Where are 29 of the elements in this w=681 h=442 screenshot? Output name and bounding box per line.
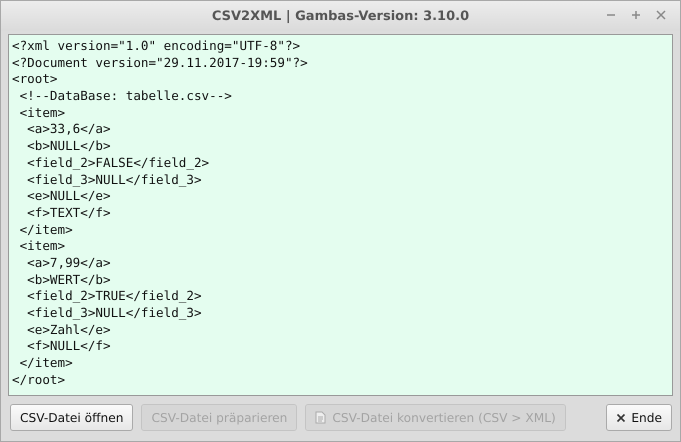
- code-line: <item>: [18, 104, 66, 122]
- window-title: CSV2XML | Gambas-Version: 3.10.0: [212, 8, 470, 24]
- code-line: <!--DataBase: tabelle.csv-->: [18, 88, 232, 105]
- code-line: <e>Zahl</e>: [26, 322, 111, 338]
- action-button[interactable]: Ende: [606, 404, 672, 431]
- code-line: <field_2>FALSE</field_2>: [26, 154, 210, 172]
- code-line: </item>: [18, 355, 73, 372]
- code-line: <e>NULL</e>: [26, 188, 111, 205]
- close-icon[interactable]: [656, 10, 666, 20]
- document-icon: [315, 410, 328, 424]
- code-line: <f>NULL</f>: [26, 338, 111, 356]
- code-line: <?xml version="1.0" encoding="UTF-8"?>: [12, 38, 300, 55]
- code-line: <item>: [18, 238, 66, 255]
- code-line: <f>TEXT</f>: [26, 204, 111, 222]
- code-line: <b>NULL</b>: [26, 138, 111, 155]
- code-line: <b>WERT</b>: [26, 272, 111, 288]
- code-line: <?Document version="29.11.2017-19:59"?>: [12, 54, 308, 72]
- code-line: <field_3>NULL</field_3>: [26, 305, 202, 322]
- code-line: </root>: [12, 372, 66, 388]
- code-line: <root>: [12, 71, 58, 88]
- code-line: <field_2>TRUE</field_2>: [26, 288, 202, 305]
- action-button[interactable]: CSV-Datei öffnen: [10, 404, 134, 431]
- close-icon: [616, 412, 626, 422]
- code-line: <a>7,99</a>: [26, 254, 111, 272]
- code-line: <a>33,6</a>: [26, 121, 111, 138]
- code-line: <field_3>NULL</field_3>: [26, 172, 202, 188]
- maximize-icon[interactable]: [631, 10, 641, 20]
- text-editor[interactable]: [8, 34, 673, 396]
- code-line: </item>: [18, 222, 73, 238]
